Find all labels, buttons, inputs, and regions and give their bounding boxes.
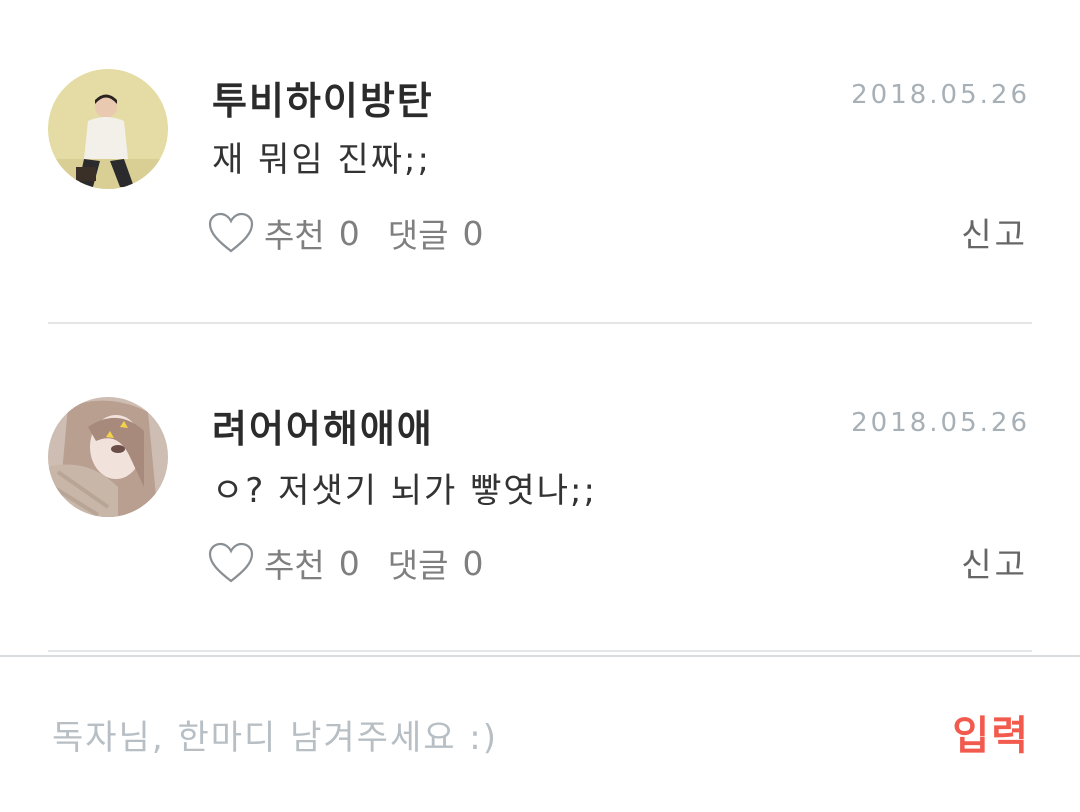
report-button[interactable]: 신고 [961, 208, 1028, 256]
like-count: 0 [338, 543, 360, 583]
avatar[interactable] [48, 69, 168, 189]
comment-author[interactable]: 려어어해애애 [212, 398, 434, 453]
comment-input[interactable] [50, 707, 874, 769]
like-button[interactable]: 추천 0 [208, 209, 360, 257]
reply-label: 댓글 [387, 216, 449, 255]
heart-icon [208, 542, 254, 583]
comment-text: 재 뭐임 진짜;; [212, 140, 431, 180]
report-button[interactable]: 신고 [961, 538, 1028, 586]
comment-item: 려어어해애애 2018.05.26 ㅇ? 저샛기 뇌가 빻엿나;; 추천 0 댓… [0, 328, 1080, 653]
reply-button[interactable]: 댓글 0 [388, 209, 484, 257]
reply-button[interactable]: 댓글 0 [388, 539, 484, 587]
heart-icon [208, 212, 254, 253]
like-count: 0 [338, 213, 360, 253]
comment-input-bar: 입력 [0, 655, 1080, 812]
comment-actions: 추천 0 댓글 0 [208, 208, 511, 258]
like-label: 추천 [264, 216, 325, 255]
comment-item: 투비하이방탄 2018.05.26 재 뭐임 진짜;; 추천 0 댓글 0 신고 [0, 0, 1080, 325]
reply-label: 댓글 [387, 546, 449, 585]
divider [48, 650, 1032, 652]
like-label: 추천 [264, 546, 325, 585]
reply-count: 0 [462, 213, 484, 253]
comment-author[interactable]: 투비하이방탄 [212, 70, 434, 125]
comment-date: 2018.05.26 [851, 80, 1030, 110]
comment-actions: 추천 0 댓글 0 [208, 538, 511, 588]
comment-text: ㅇ? 저샛기 뇌가 빻엿나;; [212, 471, 597, 511]
reply-count: 0 [462, 543, 484, 583]
submit-button[interactable]: 입력 [952, 703, 1030, 761]
comment-date: 2018.05.26 [851, 408, 1030, 438]
divider [48, 322, 1032, 324]
like-button[interactable]: 추천 0 [208, 539, 360, 587]
avatar[interactable] [48, 397, 168, 517]
